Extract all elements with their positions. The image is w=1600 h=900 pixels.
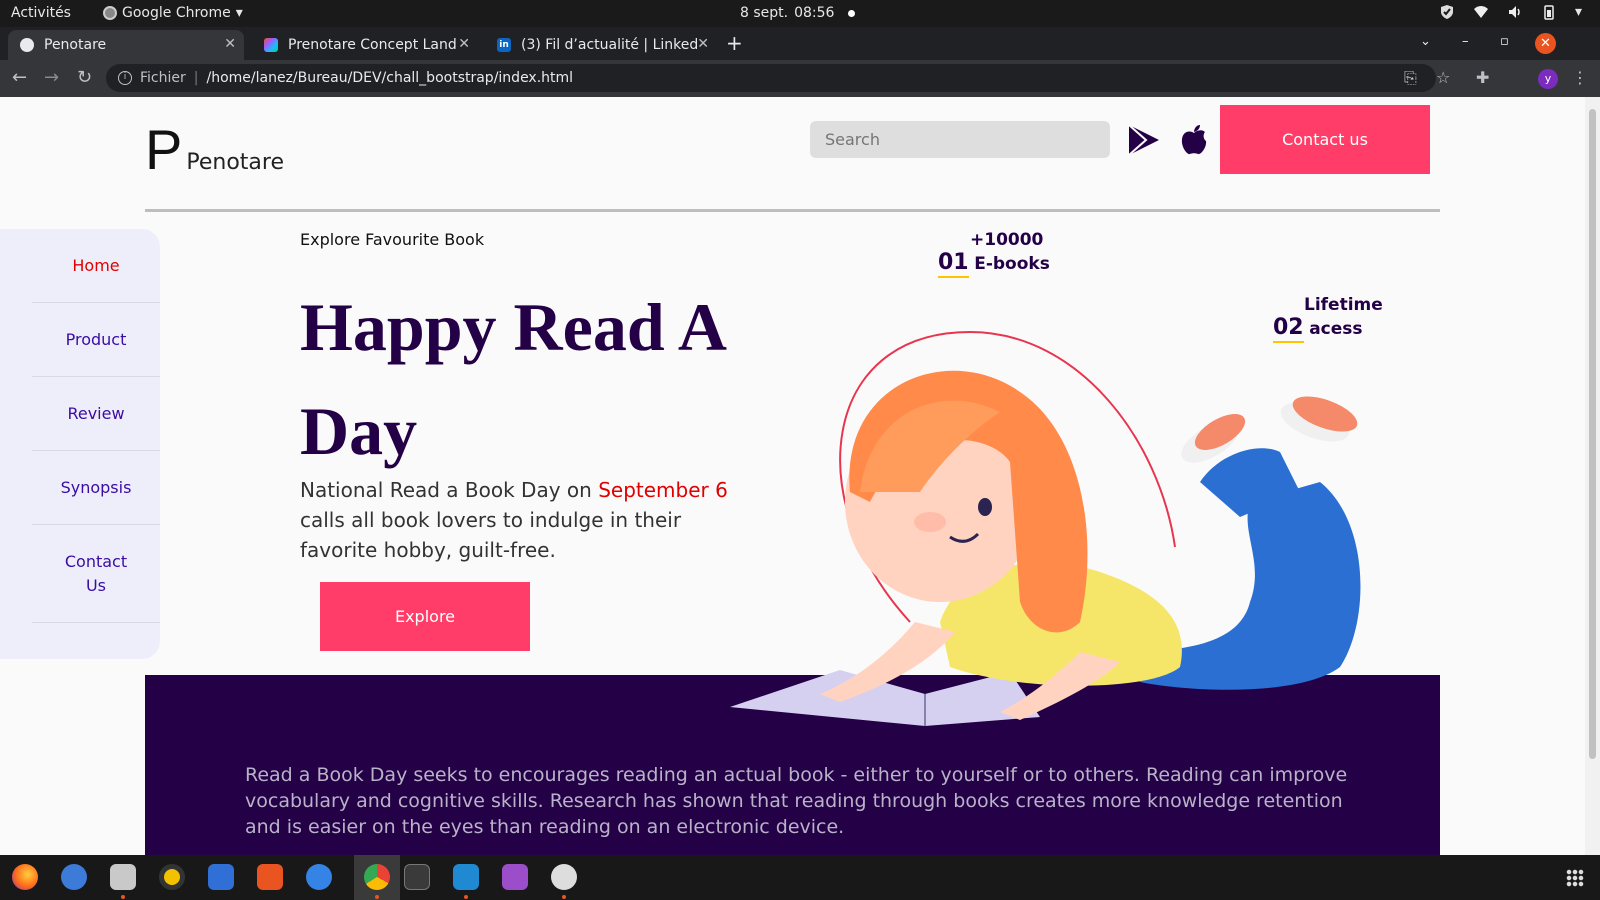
- rhythmbox-icon[interactable]: [159, 864, 185, 890]
- back-button[interactable]: ←: [12, 67, 27, 88]
- play-store-icon[interactable]: [1128, 124, 1160, 156]
- lead-text: National Read a Book Day on: [300, 478, 599, 502]
- sidebar-nav: Home Product Review Synopsis Contact Us: [0, 229, 160, 659]
- show-applications-icon[interactable]: [1566, 869, 1584, 887]
- stat-label-top: Lifetime: [1304, 295, 1383, 315]
- chrome-icon[interactable]: [364, 864, 390, 890]
- nav-item-review[interactable]: Review: [32, 377, 160, 451]
- running-indicator: [562, 895, 566, 899]
- hero-eyebrow: Explore Favourite Book: [300, 230, 485, 249]
- hero-headline: Happy Read A Day: [300, 289, 724, 469]
- logo-letter: P: [145, 118, 183, 181]
- linkedin-icon: in: [497, 38, 511, 52]
- vscode-icon[interactable]: [453, 864, 479, 890]
- clock-date: 8 sept.: [740, 5, 789, 21]
- terminal-icon[interactable]: [404, 864, 430, 890]
- tab-linkedin[interactable]: in (3) Fil d’actualité | LinkedI ✕: [485, 30, 717, 60]
- more-menu-icon[interactable]: ⋮: [1572, 68, 1588, 87]
- minimize-button[interactable]: –: [1462, 34, 1469, 49]
- tab-penotare[interactable]: Penotare ✕: [8, 30, 244, 60]
- header-divider: [145, 209, 1440, 212]
- shield-icon: [1440, 5, 1453, 19]
- app-menu-label: Google Chrome: [122, 5, 231, 21]
- profile-avatar[interactable]: y: [1538, 69, 1558, 89]
- app-menu[interactable]: Google Chrome ▾: [103, 5, 243, 21]
- lead-text: calls all book lovers to indulge in thei…: [300, 508, 682, 562]
- nav-item-contact-us[interactable]: Contact Us: [32, 525, 160, 623]
- writer-icon[interactable]: [208, 864, 234, 890]
- translate-icon[interactable]: ⎘: [1404, 68, 1417, 88]
- logo-name: Penotare: [186, 150, 284, 175]
- close-icon[interactable]: ✕: [224, 36, 236, 52]
- running-indicator: [464, 895, 468, 899]
- stat-number: 01: [938, 250, 969, 278]
- globe-icon: [20, 38, 34, 52]
- stat-label-bottom: E-books: [974, 254, 1050, 274]
- running-indicator: [375, 895, 379, 899]
- wifi-icon: [1473, 6, 1488, 18]
- toolbar: ← → ↻ i Fichier | /home/lanez/Bureau/DEV…: [0, 60, 1600, 97]
- video-player-icon[interactable]: [502, 864, 528, 890]
- chevron-down-icon: ▾: [235, 5, 243, 21]
- thunderbird-icon[interactable]: [61, 864, 87, 890]
- tab-title: Penotare: [44, 37, 107, 53]
- tab-title: Prenotare Concept Landi: [288, 37, 458, 53]
- chrome-icon: [103, 6, 117, 20]
- page-viewport: P Penotare Contact us Home Product Revie…: [0, 97, 1585, 855]
- address-scheme: Fichier: [140, 70, 186, 86]
- close-icon[interactable]: ✕: [458, 36, 470, 52]
- clock[interactable]: 8 sept. 08:56: [740, 5, 856, 21]
- bookmark-star-icon[interactable]: ☆: [1436, 68, 1450, 87]
- dock: [0, 855, 1600, 900]
- nav-item-synopsis[interactable]: Synopsis: [32, 451, 160, 525]
- address-bar[interactable]: i Fichier | /home/lanez/Bureau/DEV/chall…: [106, 64, 1436, 92]
- reload-button[interactable]: ↻: [77, 67, 92, 88]
- contact-us-button[interactable]: Contact us: [1220, 105, 1430, 174]
- tab-title: (3) Fil d’actualité | LinkedI: [521, 37, 697, 53]
- battery-icon: [1544, 5, 1554, 20]
- apple-icon[interactable]: [1180, 124, 1208, 156]
- clock-time: 08:56: [794, 5, 835, 21]
- firefox-icon[interactable]: [12, 864, 38, 890]
- address-url: /home/lanez/Bureau/DEV/chall_bootstrap/i…: [206, 70, 574, 86]
- lead-highlight-date: September 6: [598, 478, 728, 502]
- chevron-down-icon: ▾: [1574, 4, 1582, 20]
- stat-ebooks: +10000 01 E-books: [938, 230, 1050, 278]
- page-scrollbar[interactable]: [1585, 97, 1600, 855]
- forward-button[interactable]: →: [44, 67, 59, 88]
- scrollbar-thumb[interactable]: [1589, 109, 1596, 759]
- explore-button[interactable]: Explore: [320, 582, 530, 651]
- software-center-icon[interactable]: [257, 864, 283, 890]
- extensions-puzzle-icon[interactable]: ✚: [1476, 68, 1489, 87]
- notification-dot-icon: [848, 9, 856, 17]
- close-window-button[interactable]: ✕: [1535, 33, 1556, 54]
- info-icon[interactable]: i: [118, 71, 132, 85]
- about-text: Read a Book Day seeks to encourages read…: [245, 764, 1348, 838]
- screenshot-tool-icon[interactable]: [551, 864, 577, 890]
- files-icon[interactable]: [110, 864, 136, 890]
- tab-search-icon[interactable]: ⌄: [1420, 34, 1431, 49]
- figma-icon: [264, 38, 278, 52]
- system-tray[interactable]: ▾: [1439, 4, 1582, 20]
- system-top-bar: Activités Google Chrome ▾ 8 sept. 08:56 …: [0, 0, 1600, 27]
- nav-item-home[interactable]: Home: [32, 229, 160, 303]
- tab-strip: Penotare ✕ Prenotare Concept Landi ✕ in …: [0, 27, 1600, 60]
- activities-button[interactable]: Activités: [11, 5, 71, 21]
- close-icon[interactable]: ✕: [697, 36, 709, 52]
- maximize-button[interactable]: ▫: [1500, 34, 1509, 49]
- running-indicator: [121, 895, 125, 899]
- help-icon[interactable]: [306, 864, 332, 890]
- hero-lead: National Read a Book Day on September 6 …: [300, 475, 740, 565]
- volume-icon: [1508, 6, 1520, 18]
- site-logo[interactable]: P Penotare: [145, 122, 284, 178]
- search-input[interactable]: [810, 121, 1110, 158]
- tab-prenotare-concept[interactable]: Prenotare Concept Landi ✕: [252, 30, 478, 60]
- new-tab-button[interactable]: +: [726, 31, 743, 55]
- address-separator: |: [193, 70, 199, 86]
- nav-item-product[interactable]: Product: [32, 303, 160, 377]
- girl-reading-illustration: [730, 330, 1361, 726]
- stat-label-top: +10000: [970, 230, 1044, 250]
